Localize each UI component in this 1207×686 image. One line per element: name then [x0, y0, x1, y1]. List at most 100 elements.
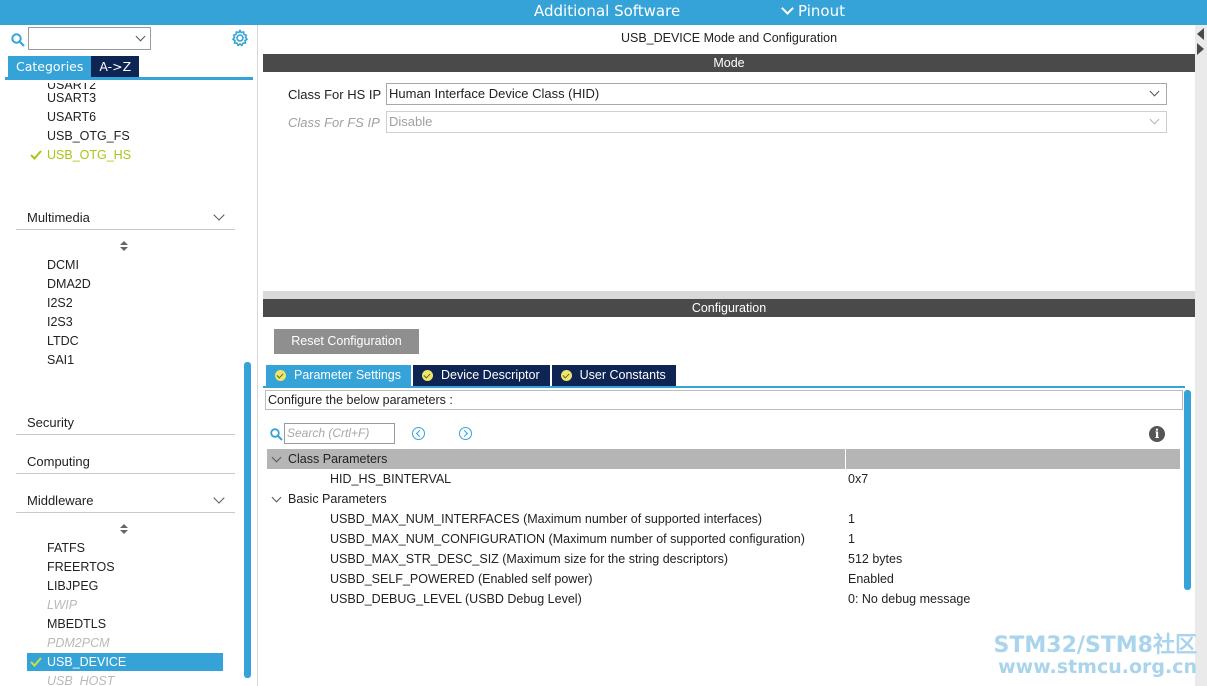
list-item[interactable]: USART6 — [47, 110, 96, 124]
search-combo-input[interactable] — [28, 27, 151, 50]
list-item[interactable]: DMA2D — [47, 277, 91, 291]
sort-icon[interactable] — [120, 524, 128, 534]
sort-icon[interactable] — [120, 241, 128, 251]
chevron-down-icon — [213, 492, 225, 504]
param-value[interactable]: 0: No debug message — [848, 592, 970, 606]
hint-text: Configure the below parameters : — [265, 390, 1183, 410]
column-divider — [845, 449, 846, 469]
chevron-down-icon[interactable] — [271, 452, 282, 463]
hs-class-label: Class For HS IP — [288, 87, 382, 102]
chevron-down-icon — [213, 209, 225, 221]
tab-underline — [263, 386, 1185, 388]
param-name: HID_HS_BINTERVAL — [330, 472, 452, 486]
tab-user-constants[interactable]: User Constants — [551, 365, 676, 386]
search-next-button[interactable] — [459, 427, 472, 440]
param-value[interactable]: 0x7 — [848, 472, 868, 486]
main-area: USB_DEVICE Mode and Configuration Mode C… — [263, 25, 1207, 686]
chevron-down-icon — [1149, 114, 1160, 125]
chevron-down-icon[interactable] — [271, 492, 282, 503]
group-computing[interactable]: Computing — [16, 450, 235, 474]
watermark-line2: www.stmcu.org.cn — [998, 656, 1197, 679]
group-label: Computing — [27, 454, 90, 469]
left-panel: Categories A->Z USART2 USART3 USART6 USB… — [0, 25, 258, 686]
info-icon[interactable]: i — [1149, 426, 1165, 442]
group-middleware[interactable]: Middleware — [16, 489, 235, 513]
param-value[interactable]: Enabled — [848, 572, 894, 586]
param-value[interactable]: 1 — [848, 512, 855, 526]
list-item[interactable]: USART3 — [47, 91, 96, 105]
param-name: USBD_DEBUG_LEVEL (USBD Debug Level) — [330, 592, 582, 606]
table-row[interactable]: USBD_MAX_NUM_INTERFACES (Maximum number … — [267, 509, 1180, 529]
search-icon — [11, 33, 25, 47]
left-scrollbar[interactable] — [244, 362, 251, 678]
tab-device-descriptor[interactable]: Device Descriptor — [413, 365, 550, 386]
tab-parameter-settings[interactable]: Parameter Settings — [266, 365, 411, 386]
watermark: STM32/STM8社区 www.stmcu.org.cn — [993, 632, 1197, 679]
table-row[interactable]: USBD_DEBUG_LEVEL (USBD Debug Level) 0: N… — [267, 589, 1180, 609]
list-item[interactable]: FREERTOS — [47, 560, 115, 574]
check-icon — [560, 370, 572, 381]
table-row-group[interactable]: Basic Parameters — [267, 489, 1180, 509]
expand-right-icon[interactable] — [1197, 43, 1204, 55]
param-value[interactable]: 512 bytes — [848, 552, 902, 566]
chevron-down-icon[interactable] — [135, 31, 146, 42]
list-item-configured[interactable]: USB_OTG_HS — [47, 148, 131, 162]
hs-class-select[interactable]: Human Interface Device Class (HID) — [386, 83, 1167, 105]
list-item[interactable]: FATFS — [47, 541, 85, 555]
list-item-selected[interactable]: USB_DEVICE — [27, 653, 223, 671]
list-item[interactable]: LIBJPEG — [47, 579, 98, 593]
list-item[interactable]: USB_OTG_FS — [47, 129, 130, 143]
tab-label: Parameter Settings — [294, 368, 401, 382]
group-label: Multimedia — [27, 210, 90, 225]
watermark-line1: STM32/STM8社区 — [993, 632, 1197, 658]
tab-a-to-z[interactable]: A->Z — [91, 56, 140, 77]
list-item[interactable]: LTDC — [47, 334, 79, 348]
group-security[interactable]: Security — [16, 411, 235, 435]
group-multimedia[interactable]: Multimedia — [16, 206, 235, 230]
list-item[interactable]: SAI1 — [47, 353, 74, 367]
tab-pinout[interactable]: Pinout — [781, 2, 845, 20]
gear-icon[interactable] — [231, 29, 249, 47]
list-item-disabled: LWIP — [47, 598, 78, 612]
fs-class-select: Disable — [386, 111, 1167, 133]
reset-configuration-button[interactable]: Reset Configuration — [274, 329, 419, 354]
check-icon — [30, 150, 42, 160]
table-row[interactable]: USBD_MAX_STR_DESC_SIZ (Maximum size for … — [267, 549, 1180, 569]
page-title: USB_DEVICE Mode and Configuration — [620, 31, 838, 45]
check-icon — [30, 657, 42, 667]
param-name: USBD_MAX_NUM_INTERFACES (Maximum number … — [330, 512, 763, 526]
table-row-group[interactable]: Class Parameters — [267, 449, 1180, 469]
tab-pinout-label: Pinout — [798, 2, 845, 20]
top-bar: Additional Software Pinout — [0, 0, 1207, 25]
list-item-disabled: PDM2PCM — [47, 636, 110, 650]
config-tabs: Parameter Settings Device Descriptor Use… — [266, 365, 676, 386]
group-label: Security — [27, 415, 74, 430]
param-name: USBD_MAX_NUM_CONFIGURATION (Maximum numb… — [330, 532, 805, 546]
left-panel-header: Categories A->Z — [0, 25, 253, 80]
table-row[interactable]: USBD_MAX_NUM_CONFIGURATION (Maximum numb… — [267, 529, 1180, 549]
search-prev-button[interactable] — [412, 427, 425, 440]
parameter-scrollbar[interactable] — [1184, 390, 1191, 590]
param-name: USBD_SELF_POWERED (Enabled self power) — [330, 572, 593, 586]
chevron-down-icon — [1149, 86, 1160, 97]
collapse-left-icon[interactable] — [1197, 28, 1204, 40]
table-row[interactable]: HID_HS_BINTERVAL 0x7 — [267, 469, 1180, 489]
group-name: Class Parameters — [288, 452, 388, 466]
tab-categories[interactable]: Categories — [8, 56, 92, 77]
configuration-bar: Configuration — [263, 299, 1195, 317]
hs-class-value: Human Interface Device Class (HID) — [389, 86, 600, 101]
param-name: USBD_MAX_STR_DESC_SIZ (Maximum size for … — [330, 552, 729, 566]
category-tree: USART2 USART3 USART6 USB_OTG_FS USB_OTG_… — [0, 83, 245, 686]
param-value[interactable]: 1 — [848, 532, 855, 546]
chevron-down-icon — [781, 2, 794, 15]
tab-additional-software[interactable]: Additional Software — [534, 2, 680, 20]
fs-class-value: Disable — [389, 114, 433, 129]
side-strip — [1195, 25, 1207, 686]
list-item[interactable]: I2S3 — [47, 315, 73, 329]
list-item[interactable]: I2S2 — [47, 296, 73, 310]
parameter-search-input[interactable]: Search (Crtl+F) — [284, 423, 395, 444]
list-item[interactable]: MBEDTLS — [47, 617, 106, 631]
list-item[interactable]: DCMI — [47, 258, 79, 272]
mode-bar: Mode — [263, 54, 1195, 72]
table-row[interactable]: USBD_SELF_POWERED (Enabled self power) E… — [267, 569, 1180, 589]
